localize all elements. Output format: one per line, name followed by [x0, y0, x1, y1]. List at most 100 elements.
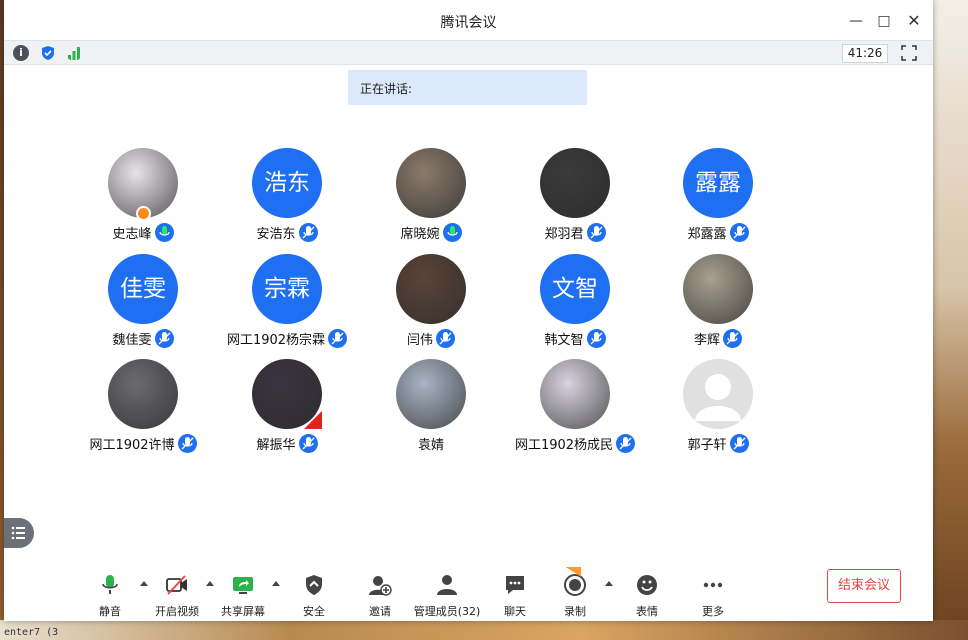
- avatar-image: [683, 254, 753, 324]
- participant-tile[interactable]: 文智 韩文智: [505, 254, 645, 348]
- maximize-button[interactable]: □: [873, 10, 895, 32]
- mic-muted-icon: [586, 222, 606, 242]
- chat-button[interactable]: 聊天: [485, 573, 545, 619]
- participant-avatar: [396, 254, 466, 324]
- share-screen-icon: [233, 577, 253, 594]
- share-screen-button[interactable]: 共享屏幕: [213, 573, 273, 619]
- participant-tile[interactable]: 闫伟: [361, 254, 501, 348]
- participant-avatar: 佳雯: [108, 254, 178, 324]
- participant-name-row: 李辉: [648, 328, 788, 348]
- record-options-caret[interactable]: [605, 581, 613, 586]
- members-label: 管理成员(32): [413, 605, 481, 618]
- reactions-label: 表情: [636, 605, 658, 618]
- participant-avatar: [252, 359, 322, 429]
- info-icon[interactable]: i: [13, 45, 29, 61]
- window-title: 腾讯会议: [440, 15, 497, 31]
- participant-name-row: 席晓婉: [361, 222, 501, 242]
- avatar-image: 露露: [683, 148, 753, 218]
- bottom-control-bar: 静音 开启视频 共享屏幕 安全 邀请 管理成员(32) 聊天 录制 表情 更多 …: [4, 567, 933, 621]
- participant-avatar: [683, 359, 753, 429]
- participant-tile[interactable]: 露露郑露露: [648, 148, 788, 242]
- participant-name-row: 魏佳雯: [73, 328, 213, 348]
- video-button[interactable]: 开启视频: [147, 573, 207, 619]
- mic-muted-icon: [154, 328, 174, 348]
- close-button[interactable]: ✕: [903, 10, 925, 32]
- participant-tile[interactable]: 宗霖 网工1902杨宗霖: [217, 254, 357, 348]
- avatar-image: [396, 254, 466, 324]
- end-meeting-button[interactable]: 结束会议: [827, 569, 901, 603]
- speaking-indicator: 正在讲话:: [348, 70, 587, 105]
- participant-name: 安浩东: [256, 226, 296, 242]
- participant-name-row: 韩文智: [505, 328, 645, 348]
- avatar-image: [396, 148, 466, 218]
- record-button[interactable]: 录制: [545, 567, 605, 619]
- avatar-image: 文智: [540, 254, 610, 324]
- mute-label: 静音: [99, 605, 121, 618]
- microphone-icon: [102, 575, 118, 594]
- participant-name-row: 闫伟: [361, 328, 501, 348]
- participant-name-row: 郭子轩: [648, 433, 788, 453]
- avatar-image: [396, 359, 466, 429]
- participant-tile[interactable]: 郑羽君: [505, 148, 645, 242]
- more-button[interactable]: 更多: [683, 573, 743, 619]
- speaking-label: 正在讲话:: [360, 82, 413, 96]
- signal-icon[interactable]: [66, 45, 82, 61]
- record-icon: [564, 574, 586, 596]
- record-label: 录制: [564, 605, 586, 618]
- participant-name: 魏佳雯: [112, 332, 152, 348]
- participant-tile[interactable]: 李辉: [648, 254, 788, 348]
- avatar-image: 浩东: [252, 148, 322, 218]
- minimize-button[interactable]: —: [845, 10, 867, 32]
- mic-muted-icon: [729, 433, 749, 453]
- participant-name-row: 网工1902杨成民: [505, 433, 645, 453]
- participant-tile[interactable]: 解振华: [217, 359, 357, 453]
- participant-tile[interactable]: 网工1902许博: [73, 359, 213, 453]
- desktop-text-fragment: enter7 (3: [4, 627, 59, 638]
- participant-avatar: [108, 148, 178, 221]
- meeting-info-bar: i 41:26: [4, 40, 933, 65]
- participant-name-row: 网工1902杨宗霖: [217, 328, 357, 348]
- participant-tile[interactable]: 浩东安浩东: [217, 148, 357, 242]
- avatar-image: [540, 148, 610, 218]
- participant-tile[interactable]: 网工1902杨成民: [505, 359, 645, 453]
- invite-button[interactable]: 邀请: [350, 573, 410, 619]
- participant-name-row: 安浩东: [217, 222, 357, 242]
- participant-tile[interactable]: 佳雯魏佳雯: [73, 254, 213, 348]
- list-toggle-handle[interactable]: [4, 518, 34, 548]
- fullscreen-icon[interactable]: [901, 45, 917, 61]
- mic-muted-icon: [616, 433, 636, 453]
- participant-name: 闫伟: [406, 332, 433, 348]
- participant-tile[interactable]: 史志峰: [73, 148, 213, 242]
- avatar-image: [683, 359, 753, 429]
- mute-button[interactable]: 静音: [80, 573, 140, 619]
- participant-name: 郭子轩: [687, 437, 727, 453]
- avatar-image: [108, 359, 178, 429]
- mic-muted-icon: [436, 328, 455, 348]
- participant-tile[interactable]: 郭子轩: [648, 359, 788, 453]
- avatar-image: [540, 359, 610, 429]
- participant-name: 郑羽君: [544, 226, 584, 242]
- mic-muted-icon: [586, 328, 606, 348]
- video-label: 开启视频: [155, 605, 199, 618]
- participant-tile[interactable]: 袁婧: [361, 359, 501, 453]
- mic-muted-icon: [298, 433, 318, 453]
- participant-name: 郑露露: [687, 226, 727, 242]
- more-icon: [703, 582, 723, 588]
- mic-on-icon: [442, 222, 462, 242]
- mic-muted-icon: [723, 328, 742, 348]
- reactions-button[interactable]: 表情: [617, 573, 677, 619]
- participant-tile[interactable]: 席晓婉: [361, 148, 501, 242]
- participant-name: 史志峰: [112, 226, 152, 242]
- participant-avatar: [396, 359, 466, 429]
- participant-name-row: 郑露露: [648, 222, 788, 242]
- participant-avatar: 浩东: [252, 148, 322, 218]
- emoji-icon: [637, 575, 657, 595]
- security-button[interactable]: 安全: [284, 573, 344, 619]
- participant-avatar: 露露: [683, 148, 753, 218]
- meeting-window: 腾讯会议 — □ ✕ i 41:26 正在讲话: 史志峰 浩东 安浩东 席晓婉 郑羽君露…: [4, 0, 933, 621]
- share-options-caret[interactable]: [272, 581, 280, 586]
- manage-members-button[interactable]: 管理成员(32): [411, 573, 483, 619]
- list-icon: [11, 526, 25, 540]
- shield-icon[interactable]: [40, 45, 56, 61]
- participant-name: 网工1902杨成民: [514, 437, 614, 453]
